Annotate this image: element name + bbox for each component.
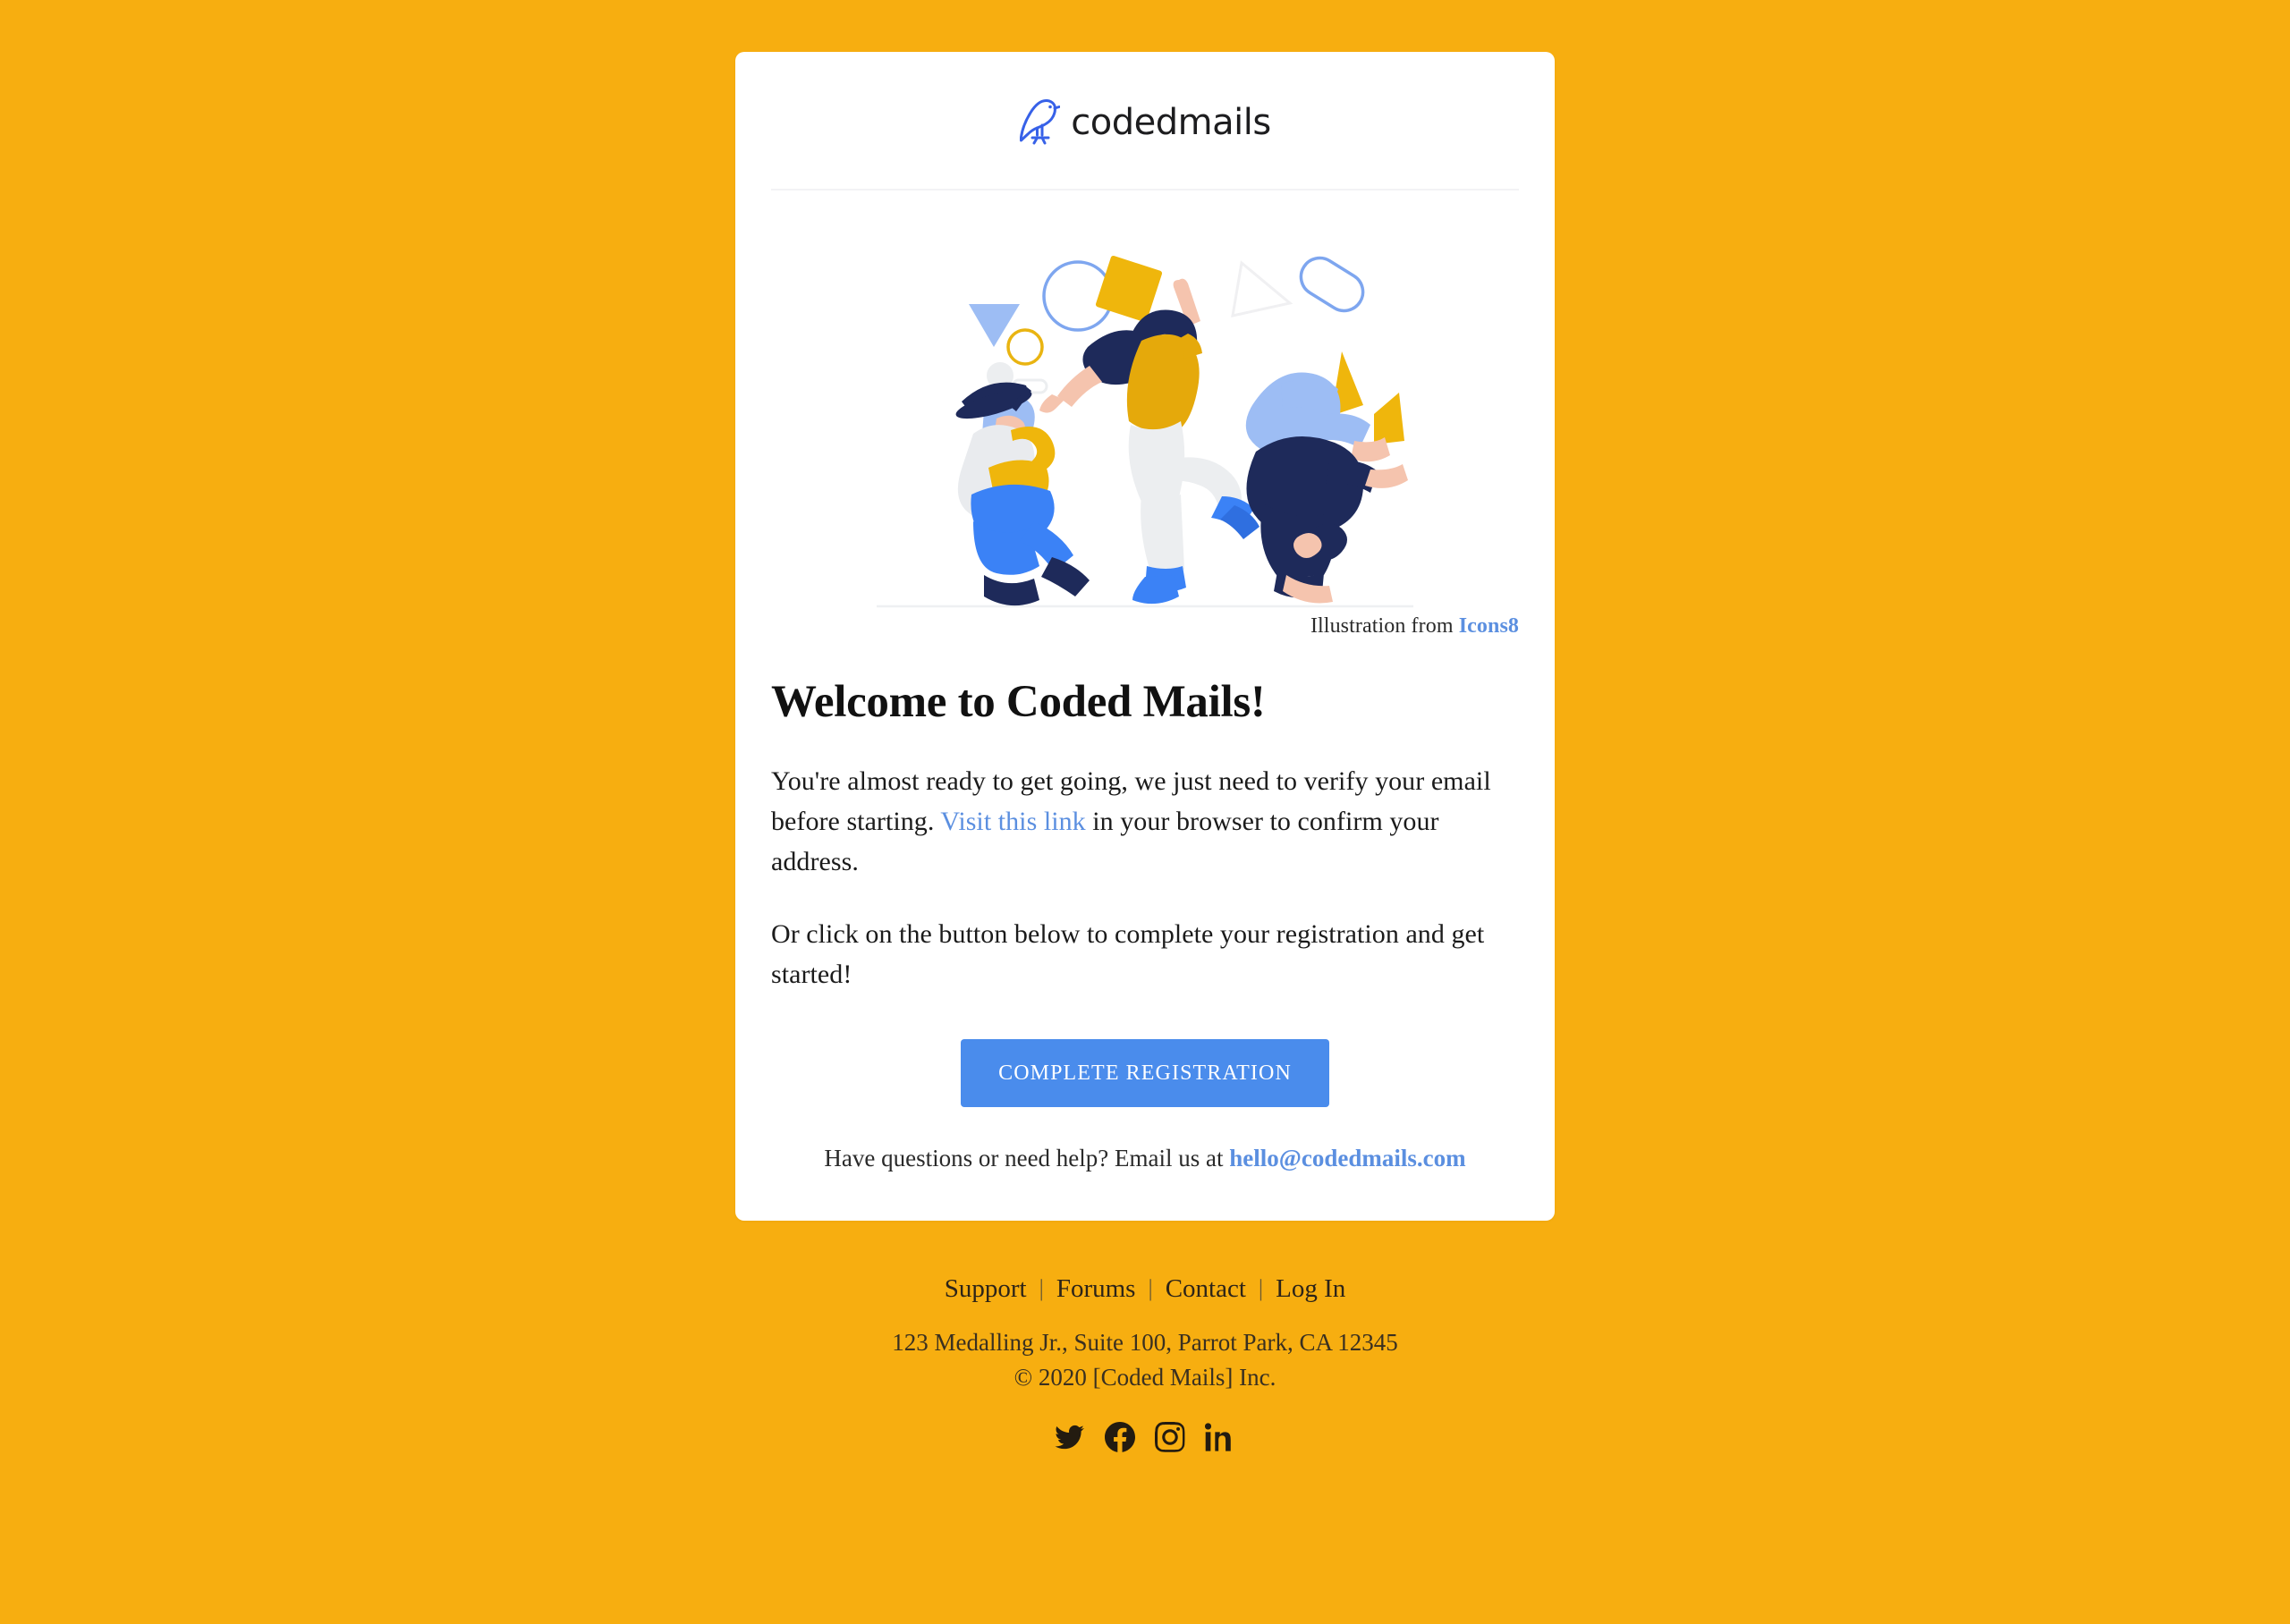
social-links <box>735 1421 1555 1452</box>
footer-address: 123 Medalling Jr., Suite 100, Parrot Par… <box>892 1328 1398 1356</box>
hero-illustration-wrap <box>735 190 1555 611</box>
email-body: Welcome to Coded Mails! You're almost re… <box>735 676 1555 1221</box>
intro-paragraph: You're almost ready to get going, we jus… <box>771 761 1519 882</box>
help-row: Have questions or need help? Email us at… <box>771 1145 1519 1221</box>
footer-link-forums[interactable]: Forums <box>1044 1274 1149 1304</box>
verify-link[interactable]: Visit this link <box>940 807 1085 836</box>
help-text: Have questions or need help? Email us at <box>824 1144 1230 1171</box>
footer-copyright: © 2020 [Coded Mails] Inc. <box>1014 1363 1276 1391</box>
email-footer: Support | Forums | Contact | Log In 123 … <box>735 1221 1555 1452</box>
email-card: codedmails Illustration from Icons8 Welc… <box>735 52 1555 1221</box>
footer-link-support[interactable]: Support <box>932 1274 1039 1304</box>
footer-link-contact[interactable]: Contact <box>1153 1274 1259 1304</box>
email-page: codedmails Illustration from Icons8 Welc… <box>0 0 2290 1624</box>
footer-link-login[interactable]: Log In <box>1263 1274 1358 1304</box>
bird-logo-icon <box>1019 98 1061 147</box>
credit-prefix: Illustration from <box>1310 614 1459 638</box>
linkedin-icon[interactable] <box>1205 1422 1235 1452</box>
page-title: Welcome to Coded Mails! <box>771 677 1266 727</box>
icons8-link[interactable]: Icons8 <box>1459 614 1519 638</box>
complete-registration-button[interactable]: COMPLETE REGISTRATION <box>961 1038 1329 1107</box>
support-email-link[interactable]: hello@codedmails.com <box>1229 1145 1465 1171</box>
brand-name: codedmails <box>1071 102 1271 143</box>
cta-row: COMPLETE REGISTRATION <box>771 1038 1519 1107</box>
cta-instruction-paragraph: Or click on the button below to complete… <box>771 918 1485 989</box>
facebook-icon[interactable] <box>1105 1421 1135 1452</box>
twitter-icon[interactable] <box>1055 1422 1085 1452</box>
footer-nav: Support | Forums | Contact | Log In <box>735 1274 1555 1304</box>
dancing-people-illustration <box>877 226 1413 611</box>
instagram-icon[interactable] <box>1155 1421 1185 1452</box>
card-header: codedmails <box>735 52 1555 190</box>
illustration-credit: Illustration from Icons8 <box>735 611 1555 639</box>
brand-logo[interactable]: codedmails <box>1019 98 1271 147</box>
